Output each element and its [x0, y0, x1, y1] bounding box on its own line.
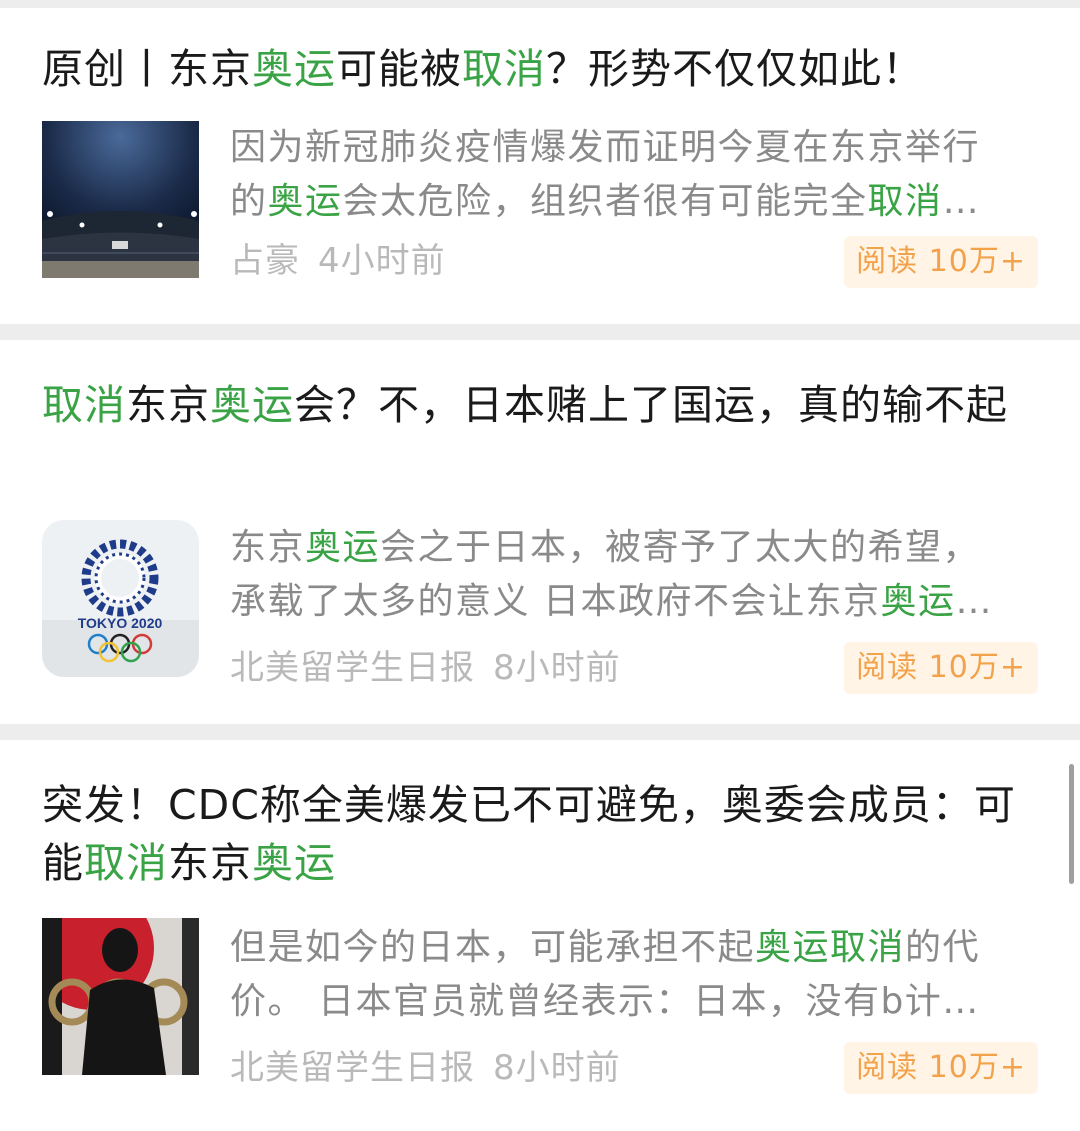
keyword-highlight: 奥运: [267, 181, 343, 222]
text-segment: 价。 日本官员就曾经表示：日本，没有b计…: [230, 981, 980, 1022]
section-divider: [0, 324, 1080, 340]
top-divider: [0, 0, 1080, 8]
keyword-highlight: 奥运: [252, 839, 336, 887]
text-segment: …: [942, 181, 981, 222]
article-summary: 但是如今的日本，可能承担不起奥运取消的代 价。 日本官员就曾经表示：日本，没有b…: [230, 921, 1030, 1029]
publish-time: 8小时前: [493, 648, 621, 688]
tokyo-2020-logo-image: TOKYO 2020: [42, 520, 199, 677]
keyword-highlight: 取消: [867, 181, 943, 222]
text-segment: 会？不，日本赌上了国运，真的输不起: [294, 381, 1008, 429]
keyword-highlight: 取消: [462, 45, 546, 93]
text-segment: 但是如今的日本，可能承担不起: [230, 927, 756, 968]
article-summary: 因为新冠肺炎疫情爆发而证明今夏在东京举行 的奥运会太危险，组织者很有可能完全取消…: [230, 121, 1030, 229]
article-title[interactable]: 原创丨东京奥运可能被取消？形势不仅仅如此！: [42, 40, 1042, 98]
tokyo-2020-text: TOKYO 2020: [78, 615, 163, 631]
article-meta: 占豪 4小时前: [230, 241, 446, 281]
text-segment: 的代: [905, 927, 981, 968]
text-segment: 东京: [168, 839, 252, 887]
source-name[interactable]: 北美留学生日报: [230, 1048, 475, 1088]
text-segment: ？形势不仅仅如此！: [546, 45, 924, 93]
article-title[interactable]: 取消东京奥运会？不，日本赌上了国运，真的输不起: [42, 376, 1042, 434]
text-segment: …: [955, 581, 993, 622]
stadium-night-image: [42, 121, 199, 278]
text-segment: 可能被: [336, 45, 462, 93]
article-title[interactable]: 突发！CDC称全美爆发已不可避免，奥委会成员：可能取消东京奥运: [42, 776, 1042, 892]
keyword-highlight: 奥运: [252, 45, 336, 93]
article-card-2[interactable]: 取消东京奥运会？不，日本赌上了国运，真的输不起 TOKYO 2020 东京奥运会…: [0, 340, 1080, 724]
text-segment: 原创丨东京: [42, 45, 252, 93]
keyword-highlight: 奥运: [210, 381, 294, 429]
source-name[interactable]: 占豪: [230, 241, 300, 281]
text-segment: 因为新冠肺炎疫情爆发而证明今夏在东京举行: [230, 127, 981, 168]
text-segment: 会之于日本，被寄予了太大的希望，: [380, 527, 981, 568]
section-divider: [0, 724, 1080, 740]
read-count-badge: 阅读 10万+: [844, 1042, 1038, 1094]
keyword-highlight: 取消: [42, 381, 126, 429]
publish-time: 8小时前: [493, 1048, 621, 1088]
source-name[interactable]: 北美留学生日报: [230, 648, 475, 688]
text-segment: 东京: [126, 381, 210, 429]
olympic-rings-silhouette-image: [42, 918, 199, 1075]
publish-time: 4小时前: [318, 241, 446, 281]
text-segment: 东京: [230, 527, 306, 568]
article-summary: 东京奥运会之于日本，被寄予了太大的希望， 承载了太多的意义 日本政府不会让东京奥…: [230, 521, 1030, 629]
keyword-highlight: 奥运取消: [755, 927, 906, 968]
text-segment: 承载了太多的意义 日本政府不会让东京: [230, 581, 881, 622]
text-segment: 的: [230, 181, 268, 222]
article-card-1[interactable]: 原创丨东京奥运可能被取消？形势不仅仅如此！ 因为新冠肺炎疫情爆发而证明今夏在东京…: [0, 8, 1080, 324]
keyword-highlight: 奥运: [305, 527, 381, 568]
read-count-badge: 阅读 10万+: [844, 236, 1038, 288]
article-meta: 北美留学生日报 8小时前: [230, 1048, 621, 1088]
keyword-highlight: 取消: [84, 839, 168, 887]
read-count-badge: 阅读 10万+: [844, 642, 1038, 694]
keyword-highlight: 奥运: [880, 581, 956, 622]
article-meta: 北美留学生日报 8小时前: [230, 648, 621, 688]
scrollbar[interactable]: [1069, 764, 1074, 884]
text-segment: 会太危险，组织者很有可能完全: [342, 181, 868, 222]
article-card-3[interactable]: 突发！CDC称全美爆发已不可避免，奥委会成员：可能取消东京奥运 但是如今的日本，…: [0, 740, 1080, 1131]
